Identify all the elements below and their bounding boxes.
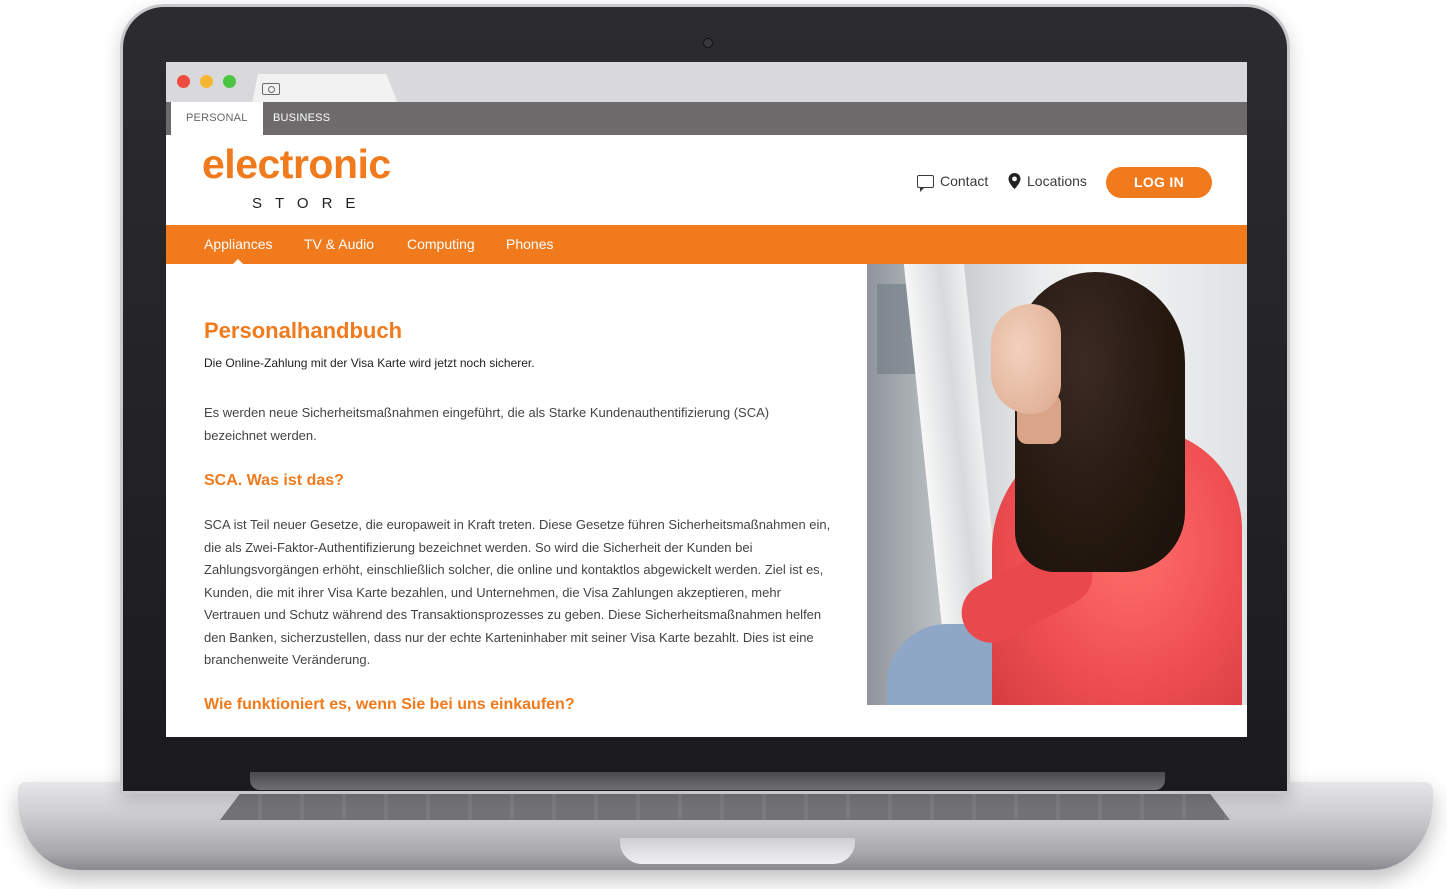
nav-item-phones[interactable]: Phones xyxy=(506,225,553,264)
locations-link[interactable]: Locations xyxy=(1008,173,1087,189)
heading-sca: SCA. Was ist das? xyxy=(204,472,344,489)
browser-bar xyxy=(166,62,1247,104)
paragraph-sca: SCA ist Teil neuer Gesetze, die europawe… xyxy=(204,517,831,667)
locations-label: Locations xyxy=(1027,173,1087,189)
site-header: electronic STORE Contact Locations LOG I… xyxy=(166,135,1247,225)
laptop-notch xyxy=(620,838,855,864)
nav-item-appliances[interactable]: Appliances xyxy=(204,225,273,265)
heading-how-it-works: Wie funktioniert es, wenn Sie bei uns ei… xyxy=(204,696,575,713)
laptop-screen: PERSONAL BUSINESS electronic STORE Conta… xyxy=(166,62,1247,737)
contact-label: Contact xyxy=(940,173,989,189)
contact-link[interactable]: Contact xyxy=(917,173,989,192)
nav-item-computing[interactable]: Computing xyxy=(407,225,475,264)
hero-image xyxy=(867,264,1247,705)
close-window-icon[interactable] xyxy=(177,75,190,88)
money-icon xyxy=(262,83,280,95)
logo-wordmark[interactable]: electronic xyxy=(202,141,391,188)
camera-icon xyxy=(703,38,713,48)
login-button[interactable]: LOG IN xyxy=(1106,167,1212,198)
chat-icon xyxy=(917,174,934,192)
page-title: Personalhandbuch xyxy=(204,318,403,343)
logo-subtext: STORE xyxy=(252,195,369,212)
browser-tab[interactable] xyxy=(252,74,398,104)
segment-personal[interactable]: PERSONAL xyxy=(171,102,263,135)
minimize-window-icon[interactable] xyxy=(200,75,213,88)
main-nav: Appliances TV & Audio Computing Phones xyxy=(166,225,1247,265)
maximize-window-icon[interactable] xyxy=(223,75,236,88)
paragraph-intro: Es werden neue Sicherheitsmaßnahmen eing… xyxy=(204,405,770,443)
nav-item-tv-audio[interactable]: TV & Audio xyxy=(304,225,374,264)
lead-text: Die Online-Zahlung mit der Visa Karte wi… xyxy=(204,356,535,370)
laptop-hinge xyxy=(250,772,1165,790)
location-pin-icon xyxy=(1008,173,1021,189)
segment-business[interactable]: BUSINESS xyxy=(258,102,345,135)
hero-face xyxy=(991,304,1061,414)
segment-bar: PERSONAL BUSINESS xyxy=(166,102,1247,135)
